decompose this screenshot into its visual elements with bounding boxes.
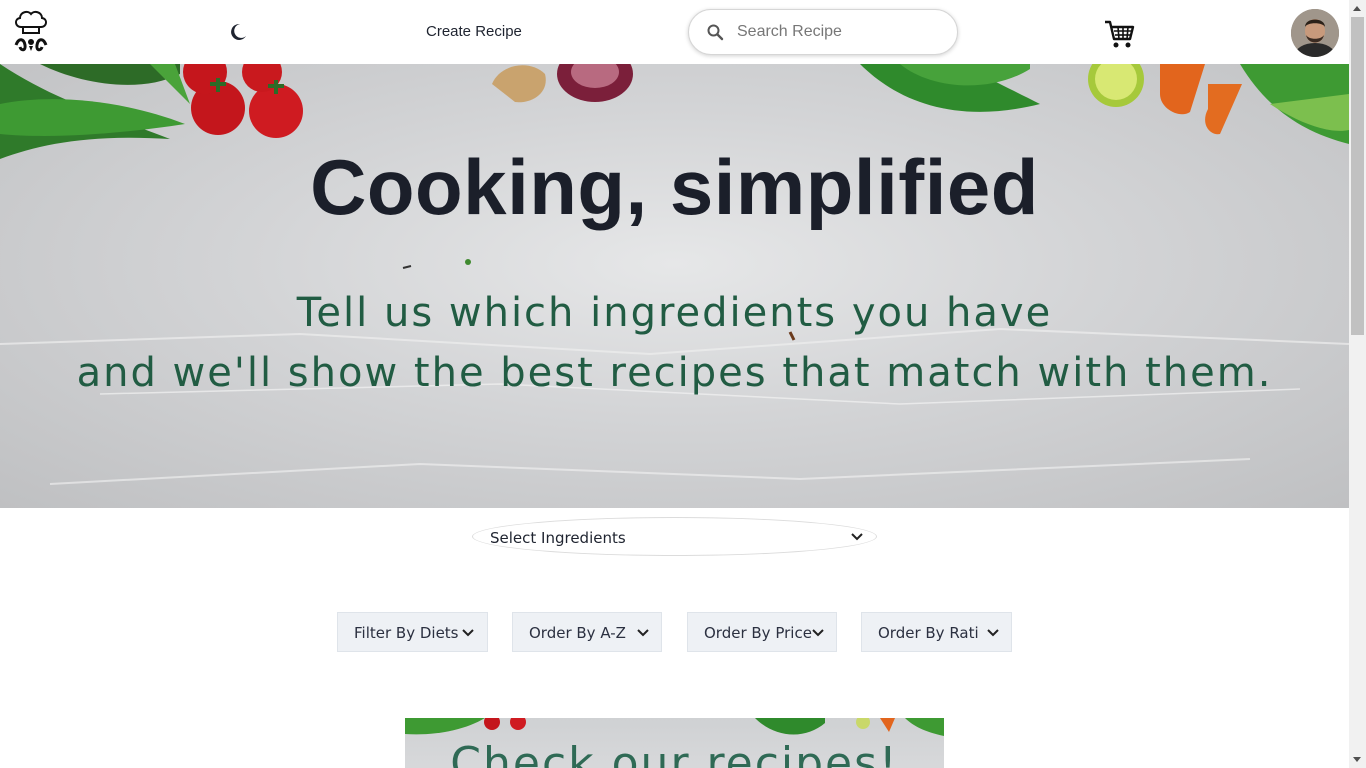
top-navbar: Create Recipe <box>0 0 1349 64</box>
moon-icon[interactable] <box>227 21 249 43</box>
chevron-down-icon <box>987 629 999 637</box>
scroll-up-arrow-icon[interactable] <box>1353 6 1361 11</box>
search-icon[interactable] <box>707 24 724 41</box>
hero-subtitle-line2: and we'll show the best recipes that mat… <box>76 350 1273 396</box>
banner-title: Check our recipes! <box>450 738 899 768</box>
user-avatar[interactable] <box>1291 9 1339 57</box>
hero-subtitle-line1: Tell us which ingredients you have <box>296 290 1053 336</box>
create-recipe-link[interactable]: Create Recipe <box>426 23 522 40</box>
vegetables-decoration <box>0 64 1349 485</box>
chevron-down-icon <box>462 629 474 637</box>
chef-hat-logo-icon[interactable] <box>11 9 51 53</box>
chevron-down-icon <box>812 629 824 637</box>
search-bar <box>688 9 958 55</box>
select-ingredients-label: Select Ingredients <box>490 529 626 547</box>
shopping-cart-icon[interactable] <box>1103 18 1135 50</box>
order-by-az-dropdown[interactable]: Order By A-Z <box>512 612 662 652</box>
scroll-thumb[interactable] <box>1351 17 1364 335</box>
filter-label: Order By Rating <box>878 624 980 642</box>
order-by-rating-dropdown[interactable]: Order By Rating <box>861 612 1012 652</box>
hero-banner: Cooking, simplified Tell us which ingred… <box>0 64 1349 508</box>
recipes-banner: Check our recipes! <box>405 718 944 768</box>
chevron-down-icon <box>637 629 649 637</box>
filter-label: Order By Price <box>704 624 812 642</box>
filter-label: Order By A-Z <box>529 624 626 642</box>
hero-title: Cooking, simplified <box>310 143 1039 231</box>
order-by-price-dropdown[interactable]: Order By Price <box>687 612 837 652</box>
select-ingredients-dropdown[interactable]: Select Ingredients <box>472 517 877 556</box>
page-scrollbar[interactable] <box>1349 0 1366 768</box>
chevron-down-icon <box>851 533 863 541</box>
scroll-down-arrow-icon[interactable] <box>1353 757 1361 762</box>
filter-by-diets-dropdown[interactable]: Filter By Diets <box>337 612 488 652</box>
search-input[interactable] <box>737 20 937 44</box>
filter-label: Filter By Diets <box>354 624 459 642</box>
